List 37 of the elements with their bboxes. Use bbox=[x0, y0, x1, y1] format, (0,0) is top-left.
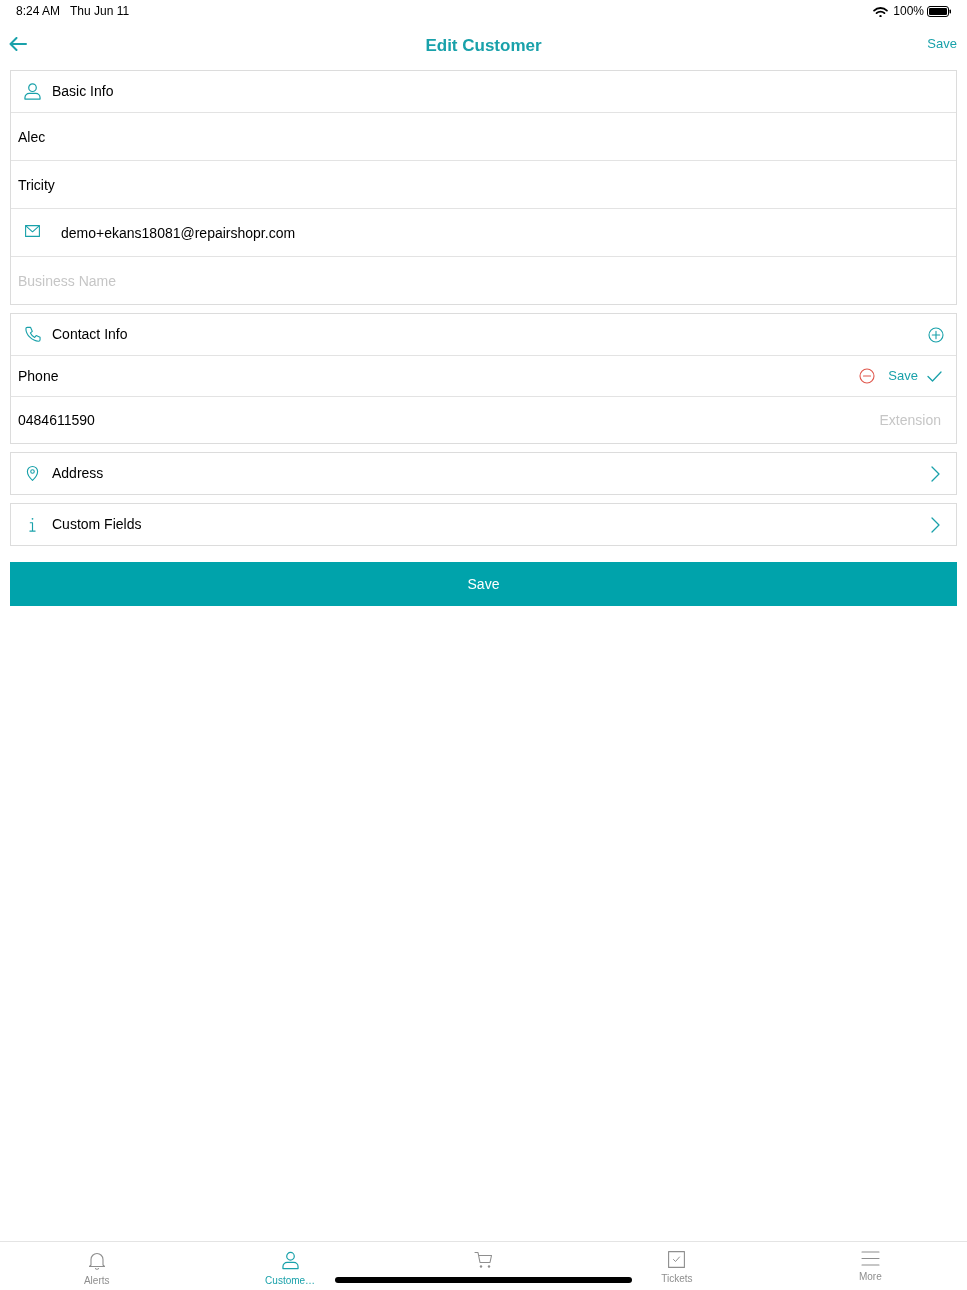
page-title: Edit Customer bbox=[425, 35, 542, 58]
cart-icon bbox=[474, 1251, 493, 1268]
phone-icon bbox=[23, 326, 41, 343]
battery-icon bbox=[927, 5, 951, 17]
chevron-right-icon bbox=[931, 465, 940, 482]
section-title: Basic Info bbox=[52, 82, 115, 101]
battery-percent: 100% bbox=[893, 3, 924, 20]
person-icon bbox=[23, 83, 41, 100]
add-circle-icon bbox=[928, 326, 944, 343]
status-date: Thu Jun 11 bbox=[70, 3, 130, 20]
status-time: 8:24 AM bbox=[16, 3, 61, 20]
wifi-icon bbox=[873, 5, 889, 17]
checkbox-icon bbox=[668, 1251, 686, 1268]
remove-button[interactable] bbox=[859, 368, 876, 384]
back-arrow-icon bbox=[9, 37, 27, 51]
tab-bar-item[interactable]: More bbox=[773, 1242, 967, 1290]
add-button[interactable] bbox=[928, 326, 944, 343]
section-title: Contact Info bbox=[52, 325, 129, 344]
tab-bar-item[interactable]: Custome… bbox=[193, 1242, 387, 1290]
envelope-icon bbox=[25, 224, 40, 237]
tab-bar-item[interactable]: Tickets bbox=[580, 1242, 774, 1290]
remove-circle-icon bbox=[859, 368, 876, 384]
location-pin-icon bbox=[25, 465, 39, 482]
bell-icon bbox=[87, 1251, 106, 1270]
chevron-right-icon bbox=[931, 516, 940, 533]
save-phone-button[interactable]: Save bbox=[886, 366, 944, 386]
save-link[interactable]: Save bbox=[927, 34, 957, 54]
menu-icon bbox=[860, 1251, 880, 1266]
save-button[interactable]: Save bbox=[10, 562, 957, 606]
tab-bar-item[interactable]: Alerts bbox=[0, 1242, 194, 1290]
checkmark-icon bbox=[927, 370, 942, 382]
person-icon bbox=[281, 1251, 299, 1270]
section-link-row[interactable]: Address bbox=[10, 452, 957, 495]
info-icon bbox=[27, 517, 37, 532]
back-button[interactable] bbox=[9, 37, 27, 51]
phone-label: Phone bbox=[18, 366, 60, 386]
section-link-row[interactable]: Custom Fields bbox=[10, 503, 957, 546]
